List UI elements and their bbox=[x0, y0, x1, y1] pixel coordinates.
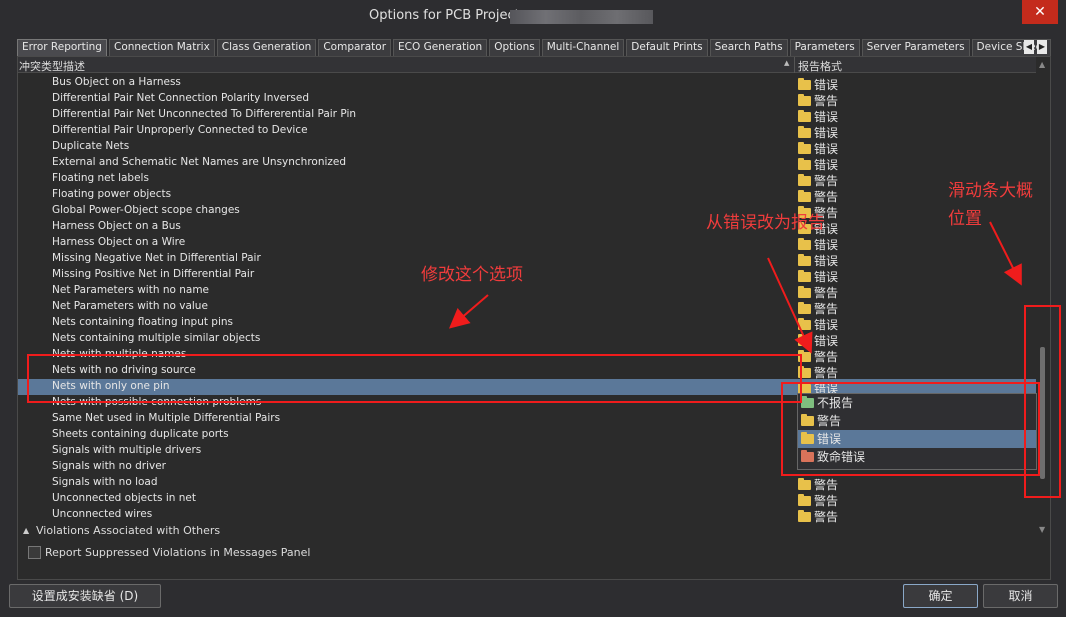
annotation-arrows bbox=[448, 221, 1022, 354]
arrow-to-dropdown bbox=[767, 257, 813, 354]
arrow-to-row bbox=[448, 294, 489, 329]
arrow-to-scrollbar bbox=[989, 221, 1022, 286]
